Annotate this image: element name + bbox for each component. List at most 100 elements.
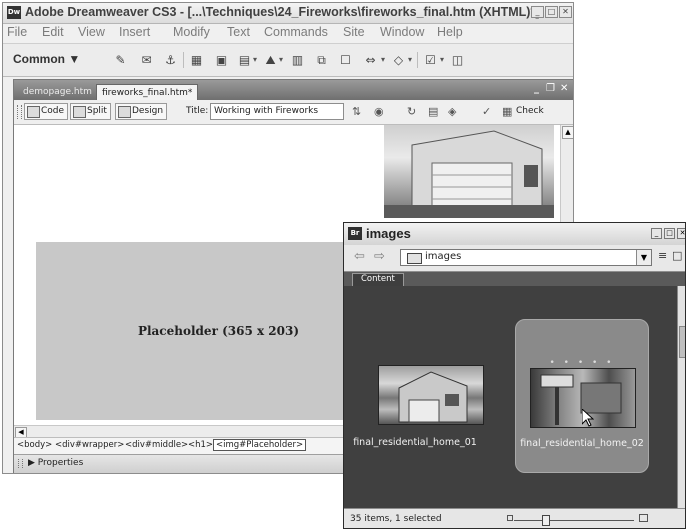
visual-aids-icon[interactable]: ◈ (448, 105, 456, 119)
zoom-out-icon[interactable] (507, 515, 513, 521)
split-view-button[interactable]: Split (70, 103, 111, 120)
table-icon[interactable]: ▦ (189, 53, 204, 67)
house-thumbnail-illustration (398, 371, 468, 423)
placeholder-label: Placeholder (365 x 203) (137, 324, 300, 338)
zoom-in-icon[interactable] (639, 514, 648, 522)
tag-img-placeholder[interactable]: <img#Placeholder> (213, 439, 307, 451)
tab-content[interactable]: Content (352, 273, 404, 286)
thumbnail-home-01[interactable]: final_residential_home_01 (348, 319, 484, 473)
menu-site[interactable]: Site (343, 25, 365, 39)
rating-dots[interactable]: • • • • • (516, 358, 648, 368)
menu-edit[interactable]: Edit (42, 25, 64, 39)
chevron-down-icon[interactable]: ▾ (408, 55, 412, 64)
toolbar-separator (417, 52, 418, 68)
tag-body[interactable]: <body> (17, 440, 52, 450)
tag-div-middle[interactable]: <div#middle> (125, 440, 188, 450)
images-icon[interactable]: ⛰ (263, 53, 278, 67)
scrollbar-thumb[interactable] (679, 326, 685, 358)
bridge-title-bar[interactable]: Br images _ □ ✕ (344, 223, 685, 246)
filter-icon[interactable]: ≡ (658, 250, 670, 262)
slider-thumb[interactable] (542, 515, 550, 526)
comment-icon[interactable]: ☐ (338, 53, 353, 67)
bridge-close-icon[interactable]: ✕ (677, 228, 685, 239)
item-count-status: 35 items, 1 selected (350, 514, 442, 524)
email-link-icon[interactable]: ✉ (139, 53, 154, 67)
menu-commands[interactable]: Commands (264, 25, 328, 39)
title-bar[interactable]: Dw Adobe Dreamweaver CS3 - [...\Techniqu… (3, 3, 573, 24)
doc-close-icon[interactable]: ✕ (560, 83, 568, 94)
design-view-button[interactable]: Design (115, 103, 168, 120)
close-icon[interactable]: ✕ (559, 6, 572, 18)
layout-icon[interactable]: ▤ (237, 53, 252, 67)
content-panel: final_residential_home_01 • • • • • fina… (344, 286, 677, 508)
bridge-maximize-icon[interactable]: □ (664, 228, 675, 239)
code-view-button[interactable]: Code (24, 103, 69, 120)
insert-category-dropdown[interactable]: Common ▼ (13, 52, 80, 66)
head-icon[interactable]: ⇔ (363, 53, 378, 67)
menu-bar: File Edit View Insert Modify Text Comman… (3, 24, 573, 42)
bridge-window-title: images (366, 226, 411, 241)
view-icon[interactable]: □ (672, 250, 684, 262)
thumbnail-image[interactable] (378, 365, 484, 425)
doc-minimize-icon[interactable]: _ (534, 83, 539, 94)
folder-icon (407, 253, 422, 264)
tab-demopage[interactable]: demopage.htm (18, 84, 97, 100)
document-tabs: demopage.htm fireworks_final.htm* _ ❐ ✕ (14, 80, 573, 100)
chevron-down-icon[interactable]: ▼ (636, 250, 651, 265)
check-label[interactable]: Check (516, 106, 544, 116)
maximize-icon[interactable]: □ (545, 6, 558, 18)
forward-arrow-icon[interactable]: ⇨ (374, 249, 385, 264)
back-arrow-icon[interactable]: ⇦ (354, 249, 365, 264)
split-view-label: Split (87, 106, 107, 116)
split-view-icon (73, 106, 86, 118)
panel-grip[interactable] (18, 459, 23, 468)
menu-insert[interactable]: Insert (119, 25, 150, 39)
menu-text[interactable]: Text (227, 25, 250, 39)
toolbar-grip[interactable] (17, 105, 22, 119)
refresh-icon[interactable]: ↻ (407, 105, 416, 119)
hyperlink-icon[interactable]: ✎ (113, 53, 128, 67)
properties-label[interactable]: ▶ Properties (28, 458, 83, 468)
menu-help[interactable]: Help (437, 25, 463, 39)
chevron-down-icon[interactable]: ▾ (440, 55, 444, 64)
garage-illustration (384, 130, 554, 218)
tab-fireworks-final[interactable]: fireworks_final.htm* (96, 84, 199, 100)
menu-window[interactable]: Window (380, 25, 424, 39)
server-side-include-icon[interactable]: ⧉ (314, 53, 329, 67)
menu-file[interactable]: File (7, 25, 27, 39)
check-browser-compatibility-icon[interactable]: ▦ (502, 105, 512, 119)
scroll-up-icon[interactable]: ▲ (562, 126, 573, 139)
tag-h1[interactable]: <h1> (188, 440, 213, 450)
view-options-icon[interactable]: ▤ (428, 105, 438, 119)
menu-modify[interactable]: Modify (173, 25, 210, 39)
folder-path-dropdown[interactable]: images ▼ (400, 249, 652, 266)
preview-in-browser-icon[interactable]: ◉ (374, 105, 384, 119)
chevron-down-icon[interactable]: ▾ (381, 55, 385, 64)
chevron-down-icon[interactable]: ▾ (253, 55, 257, 64)
tag-div-wrapper[interactable]: <div#wrapper> (55, 440, 124, 450)
folder-path-text: images (425, 251, 462, 262)
menu-view[interactable]: View (78, 25, 105, 39)
div-icon[interactable]: ▣ (214, 53, 229, 67)
script-icon[interactable]: ◇ (391, 53, 406, 67)
code-view-icon (27, 106, 40, 118)
thumbnail-size-slider[interactable] (514, 520, 634, 521)
thumbnail-home-02[interactable]: • • • • • final_residential_home_02 (515, 319, 649, 473)
bridge-vertical-scrollbar[interactable] (677, 286, 685, 508)
minimize-icon[interactable]: _ (531, 6, 544, 18)
file-management-icon[interactable]: ⇅ (352, 105, 361, 119)
window-title: Adobe Dreamweaver CS3 - [...\Techniques\… (25, 5, 540, 19)
design-view-label: Design (132, 106, 164, 116)
house-image[interactable] (384, 125, 554, 218)
date-icon[interactable]: ▥ (290, 53, 305, 67)
mouse-cursor-icon (582, 409, 594, 427)
named-anchor-icon[interactable]: ⚓ (163, 53, 178, 67)
tag-chooser-icon[interactable]: ◫ (450, 53, 465, 67)
insert-bar: Common ▼ ✎ ✉ ⚓ ▦ ▣ ▤ ▾ ⛰ ▾ ▥ ⧉ ☐ ⇔ ▾ ◇ ▾… (3, 43, 573, 77)
doc-restore-icon[interactable]: ❐ (546, 83, 555, 94)
bridge-minimize-icon[interactable]: _ (651, 228, 662, 239)
templates-icon[interactable]: ☑ (423, 53, 438, 67)
validate-markup-icon[interactable]: ✓ (482, 105, 491, 119)
page-title-input[interactable]: Working with Fireworks (210, 103, 344, 120)
chevron-down-icon[interactable]: ▾ (279, 55, 283, 64)
